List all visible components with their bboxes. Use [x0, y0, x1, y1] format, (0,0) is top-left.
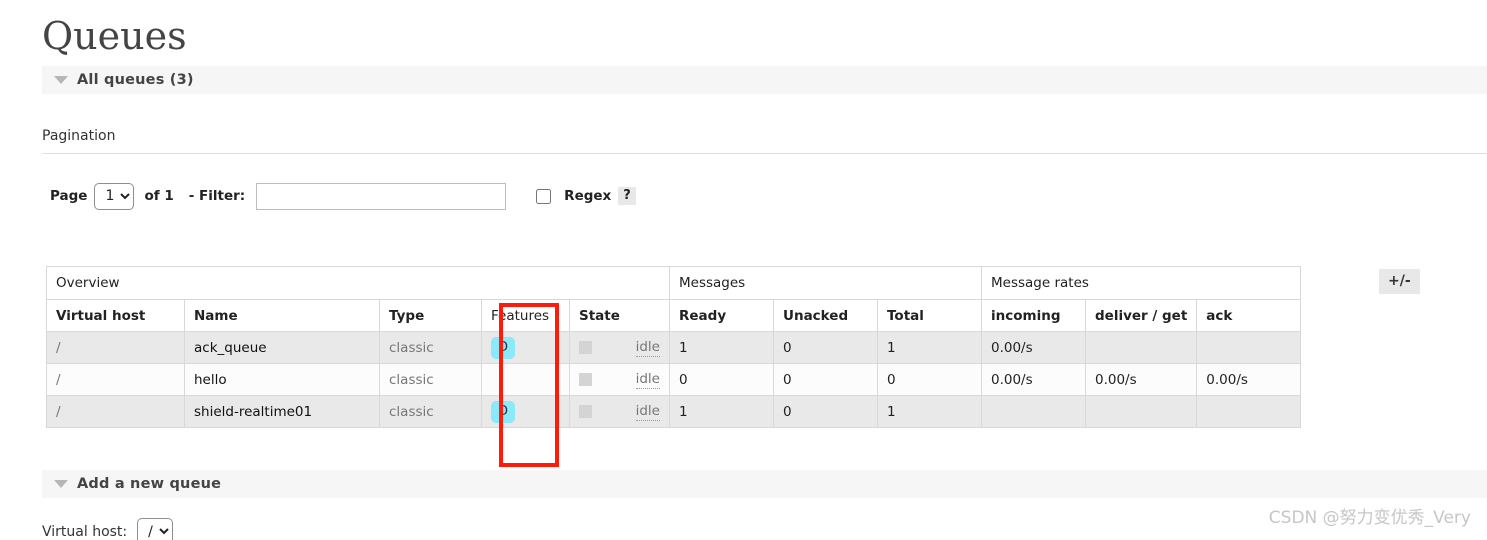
cell-ready: 0 — [669, 363, 774, 396]
cell-incoming — [981, 395, 1086, 428]
cell-ready: 1 — [669, 395, 774, 428]
cell-unacked: 0 — [773, 331, 878, 364]
table-row[interactable]: / shield-realtime01 classic D idle 1 0 1 — [46, 395, 1302, 428]
cell-ack — [1196, 395, 1302, 428]
cell-deliver-get — [1084, 395, 1198, 428]
regex-checkbox[interactable] — [536, 188, 552, 204]
regex-label: Regex — [564, 188, 612, 204]
queues-table: Overview Messages Message rates Virtual … — [46, 266, 1302, 428]
cell-virtual-host: / — [46, 395, 185, 428]
section-header-add-queue[interactable]: Add a new queue — [42, 470, 1487, 498]
page-label: Page — [50, 188, 88, 204]
durable-badge: D — [491, 400, 516, 423]
table-row[interactable]: / hello classic idle 0 0 0 0.00/s 0.00/s — [46, 363, 1302, 396]
toggle-columns-button[interactable]: +/- — [1379, 269, 1420, 294]
cell-deliver-get: 0.00/s — [1084, 363, 1198, 396]
column-header-total[interactable]: Total — [877, 299, 982, 332]
cell-incoming: 0.00/s — [981, 331, 1086, 364]
virtual-host-field-label: Virtual host: — [42, 523, 128, 540]
cell-ready: 1 — [669, 331, 774, 364]
cell-state: idle — [569, 363, 670, 396]
cell-type: classic — [379, 395, 482, 428]
queues-page: Queues All queues (3) Pagination Page 1 … — [0, 0, 1487, 540]
cell-type: classic — [379, 331, 482, 364]
table-row[interactable]: / ack_queue classic D idle 1 0 1 0.00/s — [46, 331, 1302, 364]
page-count-label: of 1 — [144, 188, 174, 204]
cell-features: D — [481, 331, 570, 364]
state-label: idle — [635, 370, 660, 389]
filter-label: - Filter: — [188, 188, 246, 204]
table-column-header-row: Virtual host Name Type Features State Re… — [46, 299, 1302, 332]
cell-total: 1 — [877, 395, 982, 428]
cell-virtual-host: / — [46, 331, 185, 364]
cell-ack — [1196, 331, 1302, 364]
state-indicator-icon — [579, 405, 592, 418]
regex-group: Regex ? — [536, 187, 636, 205]
group-header-messages: Messages — [669, 266, 982, 300]
cell-features — [481, 363, 570, 396]
cell-unacked: 0 — [773, 395, 878, 428]
virtual-host-select[interactable]: / — [137, 518, 174, 540]
column-header-ready[interactable]: Ready — [669, 299, 774, 332]
group-header-message-rates: Message rates — [980, 266, 1302, 300]
durable-badge: D — [491, 336, 516, 359]
queues-table-wrapper: Overview Messages Message rates Virtual … — [46, 266, 1302, 428]
state-indicator-icon — [579, 341, 592, 354]
pagination-controls: Page 1 of 1 - Filter: Regex ? — [50, 182, 636, 210]
cell-total: 1 — [877, 331, 982, 364]
cell-state: idle — [569, 395, 670, 428]
cell-queue-name[interactable]: ack_queue — [184, 331, 380, 364]
triangle-down-icon — [54, 76, 68, 84]
cell-features: D — [481, 395, 570, 428]
column-header-features: Features — [481, 299, 570, 332]
section-label-all-queues: All queues (3) — [77, 72, 194, 88]
page-select[interactable]: 1 — [94, 182, 135, 210]
cell-ack: 0.00/s — [1196, 363, 1302, 396]
column-header-name[interactable]: Name — [184, 299, 380, 332]
column-header-ack[interactable]: ack — [1196, 299, 1302, 332]
column-header-type[interactable]: Type — [379, 299, 482, 332]
add-queue-form: Virtual host: / — [42, 518, 174, 540]
cell-state: idle — [569, 331, 670, 364]
group-header-overview: Overview — [46, 266, 670, 300]
table-body: / ack_queue classic D idle 1 0 1 0.00/s … — [46, 331, 1302, 428]
column-header-deliver-get[interactable]: deliver / get — [1084, 299, 1198, 332]
column-header-virtual-host[interactable]: Virtual host — [46, 299, 185, 332]
filter-input[interactable] — [256, 182, 507, 210]
watermark: CSDN @努力变优秀_Very — [1268, 508, 1471, 528]
table-group-header-row: Overview Messages Message rates — [46, 266, 1302, 300]
triangle-down-icon — [54, 480, 68, 488]
cell-unacked: 0 — [773, 363, 878, 396]
cell-incoming: 0.00/s — [981, 363, 1086, 396]
cell-queue-name[interactable]: hello — [184, 363, 380, 396]
section-label-add-queue: Add a new queue — [77, 476, 222, 492]
cell-virtual-host: / — [46, 363, 185, 396]
section-header-all-queues[interactable]: All queues (3) — [42, 66, 1487, 94]
cell-type: classic — [379, 363, 482, 396]
pagination-heading: Pagination — [42, 128, 116, 144]
table-head: Overview Messages Message rates Virtual … — [46, 266, 1302, 332]
state-label: idle — [635, 338, 660, 357]
cell-queue-name[interactable]: shield-realtime01 — [184, 395, 380, 428]
regex-help-icon[interactable]: ? — [618, 187, 636, 205]
column-header-state[interactable]: State — [569, 299, 670, 332]
cell-deliver-get — [1084, 331, 1198, 364]
pagination-divider — [42, 153, 1487, 154]
page-title: Queues — [42, 14, 187, 58]
column-header-incoming[interactable]: incoming — [981, 299, 1086, 332]
column-header-unacked[interactable]: Unacked — [773, 299, 878, 332]
cell-total: 0 — [877, 363, 982, 396]
state-label: idle — [635, 402, 660, 421]
state-indicator-icon — [579, 373, 592, 386]
